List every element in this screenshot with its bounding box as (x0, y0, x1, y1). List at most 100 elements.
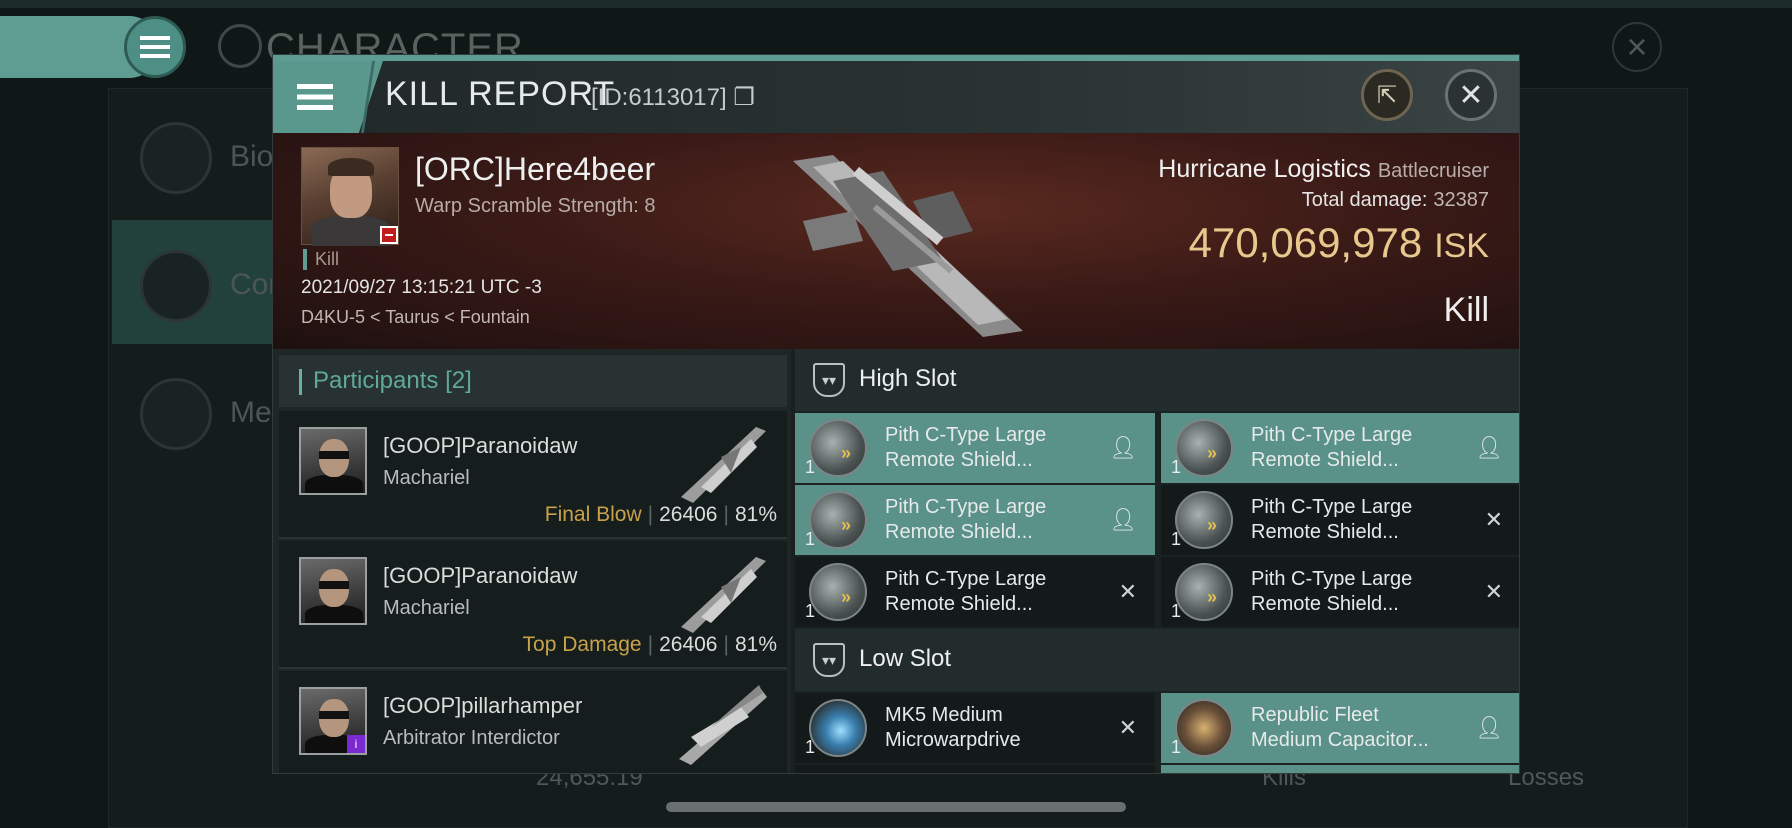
kill-id-text: [ID:6113017] (591, 84, 727, 111)
module-name: Pith C-Type Large Remote Shield... (885, 496, 1047, 543)
module-qty: 1 (1171, 529, 1182, 549)
avatar (299, 557, 367, 625)
module-qty: 1 (805, 457, 816, 477)
isk-value: 470,069,978 ISK (1189, 219, 1489, 267)
person-icon: 👤︎ (1109, 507, 1137, 532)
participant-damage: 26406 (659, 503, 718, 526)
ship-name: Hurricane Logistics (1158, 155, 1371, 183)
background-menu-button[interactable] (124, 16, 186, 78)
kill-id[interactable]: [ID:6113017] ❐ (591, 83, 755, 112)
low-slot-icon: ▾▾ (813, 643, 845, 677)
victim-avatar[interactable] (301, 147, 399, 246)
page-title: KILL REPORT (385, 75, 616, 113)
participant-row[interactable]: i [GOOP]pillarhamper Arbitrator Interdic… (279, 671, 787, 773)
module-qty: 1 (805, 737, 816, 757)
high-slot-icon: ▾▾ (813, 363, 845, 397)
low-slot-header: ▾▾ Low Slot (795, 629, 1519, 691)
capacitor-icon (1175, 699, 1233, 757)
sidebar-item-combat[interactable]: Com (112, 220, 293, 344)
participant-ship-image (681, 427, 766, 503)
menu-icon (140, 36, 170, 58)
sidebar-item-label: Me (230, 396, 272, 429)
high-slot-header: ▾▾ High Slot (795, 349, 1519, 411)
participant-damage: 26406 (659, 633, 718, 656)
victim-subtitle: Warp Scramble Strength: 8 (415, 195, 656, 217)
module-name: Republic Fleet Medium Capacitor... (1251, 704, 1429, 751)
module-item[interactable]: » 1 Pith C-Type Large Remote Shield... 👤︎ (1161, 413, 1519, 483)
x-icon: ✕ (1118, 579, 1137, 604)
copy-icon[interactable]: ❐ (733, 84, 755, 111)
participants-panel: Participants [2] [GOOP]Paranoidaw Machar… (273, 349, 791, 773)
participant-ship: Machariel (383, 467, 470, 489)
menu-icon (297, 84, 333, 110)
top-bar (0, 0, 1792, 8)
participant-ship-image (681, 557, 766, 633)
bio-icon (140, 122, 212, 194)
module-item[interactable]: » 1 Pith C-Type Large Remote Shield... 👤︎ (795, 485, 1155, 555)
module-item[interactable] (795, 765, 1155, 773)
home-indicator (666, 802, 1126, 812)
x-icon: ✕ (1484, 507, 1503, 532)
participant-row[interactable]: [GOOP]Paranoidaw Machariel Final Blow | 26… (279, 411, 787, 539)
module-name: Pith C-Type Large Remote Shield... (885, 568, 1047, 615)
isk-amount: 470,069,978 (1188, 219, 1423, 266)
module-name: MK5 Medium Microwarpdrive (885, 704, 1021, 751)
participant-row[interactable]: [GOOP]Paranoidaw Machariel Top Damage | 26… (279, 541, 787, 669)
character-icon (218, 24, 262, 68)
person-icon: 👤︎ (1109, 435, 1137, 460)
module-qty: 1 (1171, 737, 1182, 757)
module-item[interactable] (1161, 765, 1519, 773)
kill-location[interactable]: D4KU-5 < Taurus < Fountain (301, 307, 530, 328)
module-item[interactable]: 1 Republic Fleet Medium Capacitor... 👤︎ (1161, 693, 1519, 763)
microwarpdrive-icon (809, 699, 867, 757)
final-blow-label: Final Blow (544, 503, 642, 526)
avatar: i (299, 687, 367, 755)
ship-class: Battlecruiser (1377, 160, 1489, 182)
victim-name[interactable]: [ORC]Here4beer (415, 151, 655, 188)
module-item[interactable]: » 1 Pith C-Type Large Remote Shield... ✕ (1161, 485, 1519, 555)
top-damage-label: Top Damage (522, 633, 642, 656)
sidebar-item-medals[interactable]: Me (112, 348, 282, 472)
x-icon: ✕ (1118, 715, 1137, 740)
shield-booster-icon: » (809, 419, 867, 477)
participant-name: [GOOP]Paranoidaw (383, 563, 578, 588)
kill-datetime: 2021/09/27 13:15:21 UTC -3 (301, 277, 542, 298)
share-button[interactable]: ⇱ (1361, 69, 1413, 121)
participants-count: [2] (445, 367, 472, 394)
info-badge-icon: i (347, 735, 365, 753)
shield-booster-icon: » (809, 491, 867, 549)
module-qty: 1 (805, 601, 816, 621)
total-damage-value: 32387 (1433, 189, 1489, 211)
x-icon: ✕ (1484, 579, 1503, 604)
high-slot-label: High Slot (859, 365, 957, 392)
module-qty: 1 (1171, 601, 1182, 621)
sidebar-item-bio[interactable]: Bio (112, 92, 282, 216)
close-icon: ✕ (1458, 78, 1484, 112)
participant-ship: Machariel (383, 597, 470, 619)
victim-ship-image (793, 155, 1023, 337)
kill-tag: Kill (303, 249, 339, 270)
module-item[interactable]: » 1 Pith C-Type Large Remote Shield... ✕ (795, 557, 1155, 627)
shield-booster-icon: » (1175, 419, 1233, 477)
participant-percent: 81% (734, 503, 777, 526)
total-damage-label: Total damage: (1301, 189, 1428, 211)
kill-result: Kill (1443, 291, 1489, 329)
participant-stats: Top Damage | 26406 | 81% (522, 633, 777, 656)
total-damage: Total damage: 32387 (1302, 189, 1489, 212)
crossed-swords-icon (140, 250, 212, 322)
victim-ship[interactable]: Hurricane Logistics Battlecruiser (1158, 155, 1489, 184)
module-qty: 1 (805, 529, 816, 549)
module-item[interactable]: » 1 Pith C-Type Large Remote Shield... ✕ (1161, 557, 1519, 627)
participant-name: [GOOP]pillarhamper (383, 693, 583, 718)
module-item[interactable]: 1 MK5 Medium Microwarpdrive ✕ (795, 693, 1155, 763)
module-name: Pith C-Type Large Remote Shield... (1251, 496, 1413, 543)
module-item[interactable]: » 1 Pith C-Type Large Remote Shield... 👤︎ (795, 413, 1155, 483)
victim-banner: [ORC]Here4beer Warp Scramble Strength: 8… (273, 133, 1519, 349)
sidebar-item-label: Bio (230, 140, 274, 173)
background-close-icon[interactable]: × (1612, 22, 1662, 72)
module-name: Pith C-Type Large Remote Shield... (1251, 424, 1413, 471)
close-button[interactable]: ✕ (1445, 69, 1497, 121)
shield-booster-icon: » (1175, 563, 1233, 621)
participants-header[interactable]: Participants [2] (279, 355, 787, 407)
shield-booster-icon: » (809, 563, 867, 621)
